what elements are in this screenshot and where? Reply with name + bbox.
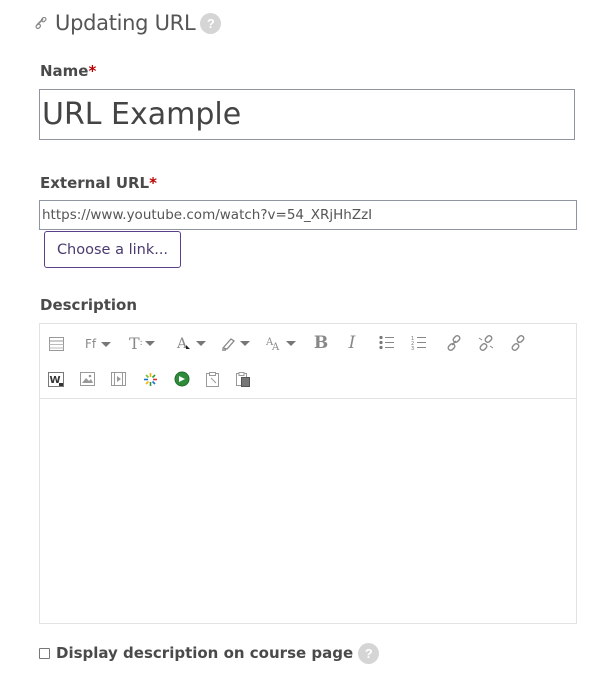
page-title: Updating URL [55,11,196,35]
media-icon[interactable] [111,372,126,386]
name-label: Name* [40,62,96,80]
help-icon[interactable]: ? [358,642,380,664]
anchor-icon[interactable] [510,335,526,351]
unlink-icon[interactable] [478,335,494,351]
link-insert-icon[interactable] [446,335,462,351]
editor-toolbar: Ff T: A AA B I 123 W [40,324,576,399]
font-family-text: Ff [85,337,97,351]
background-color-icon[interactable] [220,334,250,352]
font-size-text: T [129,333,140,353]
description-editor[interactable]: Ff T: A AA B I 123 W [39,323,577,624]
paste-icon[interactable] [206,372,219,387]
name-input[interactable] [39,89,575,140]
required-marker: * [149,174,157,192]
image-icon[interactable] [80,372,95,386]
display-description-row: Display description on course page ? [39,641,380,665]
ordered-list-icon[interactable]: 123 [411,335,427,350]
font-size-icon[interactable]: T: [129,333,155,353]
help-icon[interactable]: ? [200,12,222,34]
page-header: Updating URL ? [35,8,222,38]
recordrtc-icon[interactable] [174,371,190,387]
italic-icon[interactable]: I [346,333,358,353]
unordered-list-icon[interactable] [379,335,395,350]
wiris-icon[interactable]: W [48,372,64,387]
h5p-icon[interactable] [143,372,158,387]
font-family-icon[interactable]: Ff [85,336,112,352]
external-url-input[interactable] [39,200,577,230]
svg-text:A: A [271,342,280,351]
display-description-checkbox[interactable] [39,647,50,659]
bold-icon[interactable]: B [314,333,328,353]
choose-link-button[interactable]: Choose a link... [44,231,181,268]
wiris-text: W [50,375,61,386]
show-more-icon[interactable] [48,336,64,352]
name-label-text: Name [40,62,89,80]
svg-text:3: 3 [411,346,414,350]
link-icon [35,17,47,29]
description-label: Description [40,296,138,314]
paste-special-icon[interactable] [236,372,250,387]
external-url-label: External URL* [40,174,157,192]
style-icon[interactable]: AA [266,334,296,352]
font-color-icon[interactable]: A [176,334,206,352]
required-marker: * [88,62,97,80]
external-url-label-text: External URL [40,174,150,192]
display-description-label[interactable]: Display description on course page [56,644,353,662]
